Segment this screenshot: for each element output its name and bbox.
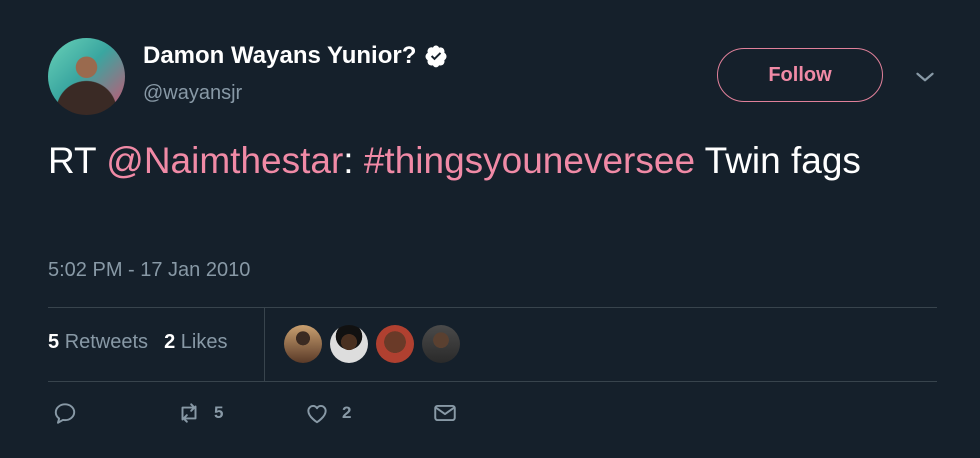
retweet-count: 5: [214, 403, 224, 422]
retweet-icon: [181, 403, 197, 423]
likes-label: Likes: [180, 331, 228, 353]
divider-bottom: [48, 381, 937, 382]
liker-avatar[interactable]: [330, 325, 368, 363]
follow-button[interactable]: Follow: [717, 48, 883, 102]
divider-top: [48, 307, 937, 308]
liker-avatars: [284, 325, 460, 363]
reply-button[interactable]: [52, 400, 176, 426]
author-avatar[interactable]: [48, 38, 125, 115]
author-handle[interactable]: @wayansjr: [143, 82, 242, 105]
like-button[interactable]: 2: [304, 400, 432, 426]
author-name[interactable]: Damon Wayans Yunior?: [143, 42, 416, 70]
verified-badge-icon: [425, 45, 447, 68]
retweet-button[interactable]: 5: [176, 400, 304, 426]
likes-count: 2: [164, 331, 176, 353]
tweet-text: RT @Naimthestar: #thingsyouneversee Twin…: [48, 138, 928, 183]
author-name-row: Damon Wayans Yunior?: [143, 42, 448, 70]
tweet-prefix: RT: [48, 140, 107, 181]
retweets-stat[interactable]: 5 Retweets: [48, 331, 148, 354]
hashtag-link[interactable]: #thingsyouneversee: [364, 140, 695, 181]
tweet-stats: 5 Retweets 2 Likes: [48, 331, 227, 354]
like-count: 2: [342, 403, 352, 422]
stats-vertical-divider: [264, 308, 265, 381]
heart-icon: [307, 404, 327, 424]
tweet-timestamp[interactable]: 5:02 PM - 17 Jan 2010: [48, 259, 250, 282]
liker-avatar[interactable]: [376, 325, 414, 363]
liker-avatar[interactable]: [284, 325, 322, 363]
envelope-icon: [434, 404, 456, 422]
retweets-label: Retweets: [64, 331, 149, 353]
tweet-actions: 5 2: [52, 400, 458, 426]
direct-message-button[interactable]: [432, 400, 458, 426]
retweets-count: 5: [48, 331, 60, 353]
tweet-rest: Twin fags: [695, 140, 861, 181]
likes-stat[interactable]: 2 Likes: [164, 331, 227, 354]
tweet-colon: :: [343, 140, 364, 181]
reply-icon: [54, 403, 76, 424]
chevron-down-icon[interactable]: [912, 64, 938, 90]
mention-link[interactable]: @Naimthestar: [106, 140, 343, 181]
liker-avatar[interactable]: [422, 325, 460, 363]
